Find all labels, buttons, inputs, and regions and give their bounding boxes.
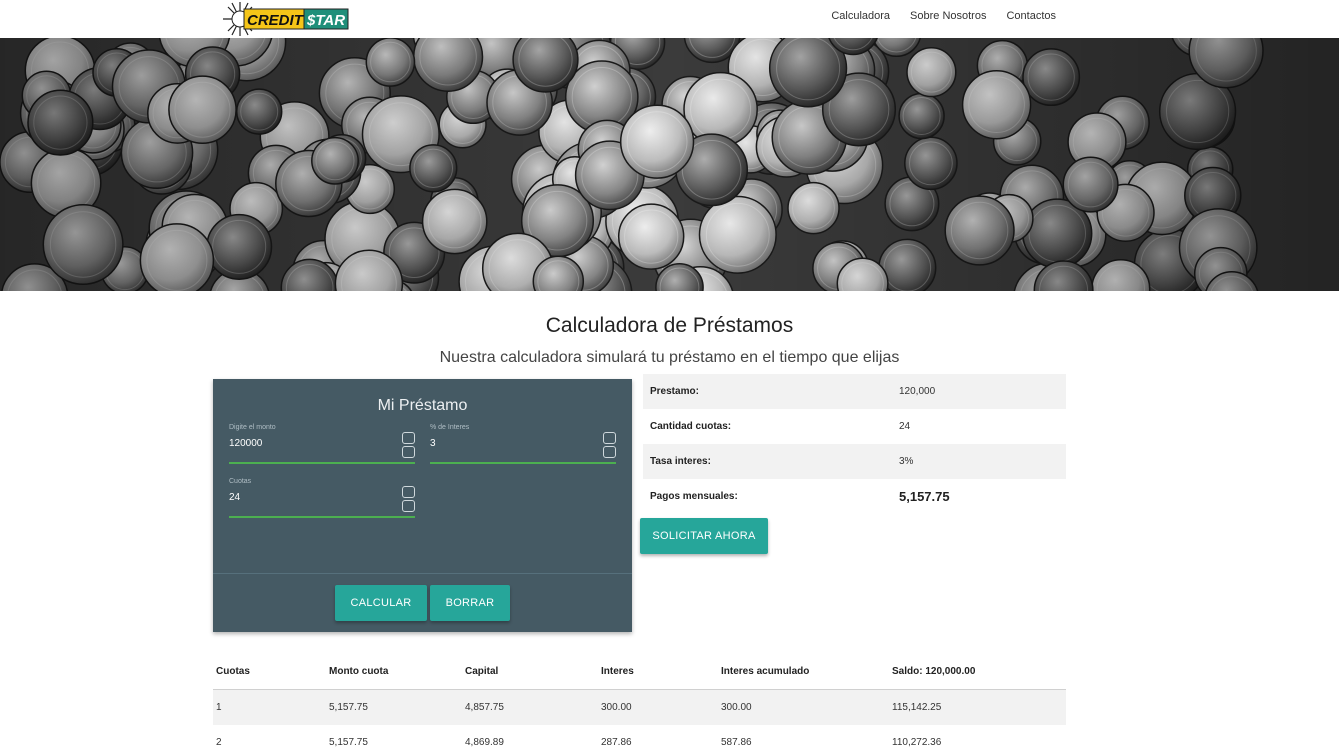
column-header: Interes	[601, 666, 634, 677]
card-title: Mi Préstamo	[377, 397, 468, 414]
table-cell: 287.86	[601, 737, 632, 748]
amount-input[interactable]: 120000	[229, 438, 262, 449]
installments-label: Cuotas	[229, 478, 252, 485]
table-cell: 115,142.25	[892, 702, 942, 713]
column-header: Saldo: 120,000.00	[892, 666, 976, 677]
summary-row-installments: Cantidad cuotas: 24	[643, 409, 1066, 444]
table-header: Cuotas Monto cuota Capital Interes Inter…	[213, 654, 1066, 690]
table-row: 2 5,157.75 4,869.89 287.86 587.86 110,27…	[213, 725, 1066, 748]
apply-now-button[interactable]: Solicitar ahora	[640, 518, 768, 554]
table-row: 1 5,157.75 4,857.75 300.00 300.00 115,14…	[213, 690, 1066, 725]
interest-field[interactable]: % de Interes 3	[430, 424, 616, 464]
stepper-down-icon[interactable]	[402, 500, 415, 512]
credit-star-logo[interactable]: CREDIT $TAR	[218, 0, 350, 38]
page-subtitle: Nuestra calculadora simulará tu préstamo…	[439, 349, 900, 366]
amount-field[interactable]: Digite el monto 120000	[229, 424, 415, 464]
table-cell: 4,857.75	[465, 702, 504, 713]
table-cell: 5,157.75	[329, 702, 368, 713]
installments-field[interactable]: Cuotas 24	[229, 478, 415, 518]
stepper-down-icon[interactable]	[402, 446, 415, 458]
summary-label: Cantidad cuotas:	[650, 421, 732, 432]
nav-link-contactos[interactable]: Contactos	[1006, 10, 1056, 22]
column-header: Capital	[465, 666, 499, 677]
svg-text:$TAR: $TAR	[306, 12, 345, 29]
table-cell: 300.00	[601, 702, 632, 713]
stepper-up-icon[interactable]	[402, 432, 415, 444]
amortization-table: Cuotas Monto cuota Capital Interes Inter…	[213, 654, 1066, 748]
interest-underline	[430, 462, 616, 464]
column-header: Interes acumulado	[721, 666, 810, 677]
summary-value: 3%	[899, 456, 914, 467]
table-cell: 300.00	[721, 702, 752, 713]
table-cell: 2	[216, 737, 222, 748]
summary-row-rate: Tasa interes: 3%	[643, 444, 1066, 479]
nav-link-sobre-nosotros[interactable]: Sobre Nosotros	[910, 10, 986, 22]
calculate-button[interactable]: Calcular	[335, 585, 427, 621]
table-cell: 110,272.36	[892, 737, 942, 748]
stepper-up-icon[interactable]	[603, 432, 616, 444]
nav-link-calculadora[interactable]: Calculadora	[831, 10, 890, 22]
interest-label: % de Interes	[430, 424, 470, 431]
amount-label: Digite el monto	[229, 424, 276, 431]
stepper-up-icon[interactable]	[402, 486, 415, 498]
installments-underline	[229, 516, 415, 518]
installments-stepper[interactable]	[402, 486, 415, 512]
amount-underline	[229, 462, 415, 464]
column-header: Monto cuota	[329, 666, 389, 677]
stepper-down-icon[interactable]	[603, 446, 616, 458]
hero-coins-image	[0, 38, 1339, 291]
table-cell: 1	[216, 702, 222, 713]
page-title: Calculadora de Préstamos	[545, 314, 794, 337]
summary-label: Pagos mensuales:	[650, 491, 738, 502]
table-cell: 4,869.89	[465, 737, 504, 748]
clear-button[interactable]: Borrar	[430, 585, 510, 621]
table-cell: 5,157.75	[329, 737, 368, 748]
nav-menu: Calculadora Sobre Nosotros Contactos	[831, 10, 1056, 22]
table-body: 1 5,157.75 4,857.75 300.00 300.00 115,14…	[213, 690, 1066, 748]
column-header: Cuotas	[216, 666, 250, 677]
svg-text:CREDIT: CREDIT	[247, 12, 305, 29]
summary-row-loan: Prestamo: 120,000	[643, 374, 1066, 409]
installments-input[interactable]: 24	[229, 492, 240, 503]
summary-value: 120,000	[899, 386, 936, 397]
interest-stepper[interactable]	[603, 432, 616, 458]
loan-summary: Prestamo: 120,000 Cantidad cuotas: 24 Ta…	[643, 374, 1066, 514]
monthly-payment-value: 5,157.75	[899, 489, 950, 504]
card-divider	[213, 573, 632, 574]
summary-value: 24	[899, 421, 911, 432]
summary-label: Prestamo:	[650, 386, 699, 397]
table-cell: 587.86	[721, 737, 752, 748]
summary-row-monthly-payment: Pagos mensuales: 5,157.75	[643, 479, 1066, 514]
interest-input[interactable]: 3	[430, 438, 436, 449]
loan-form-card: Mi Préstamo Digite el monto 120000 % de …	[213, 379, 632, 632]
summary-label: Tasa interes:	[650, 456, 711, 467]
navbar: CREDIT $TAR Calculadora Sobre Nosotros C…	[0, 0, 1339, 38]
amount-stepper[interactable]	[402, 432, 415, 458]
